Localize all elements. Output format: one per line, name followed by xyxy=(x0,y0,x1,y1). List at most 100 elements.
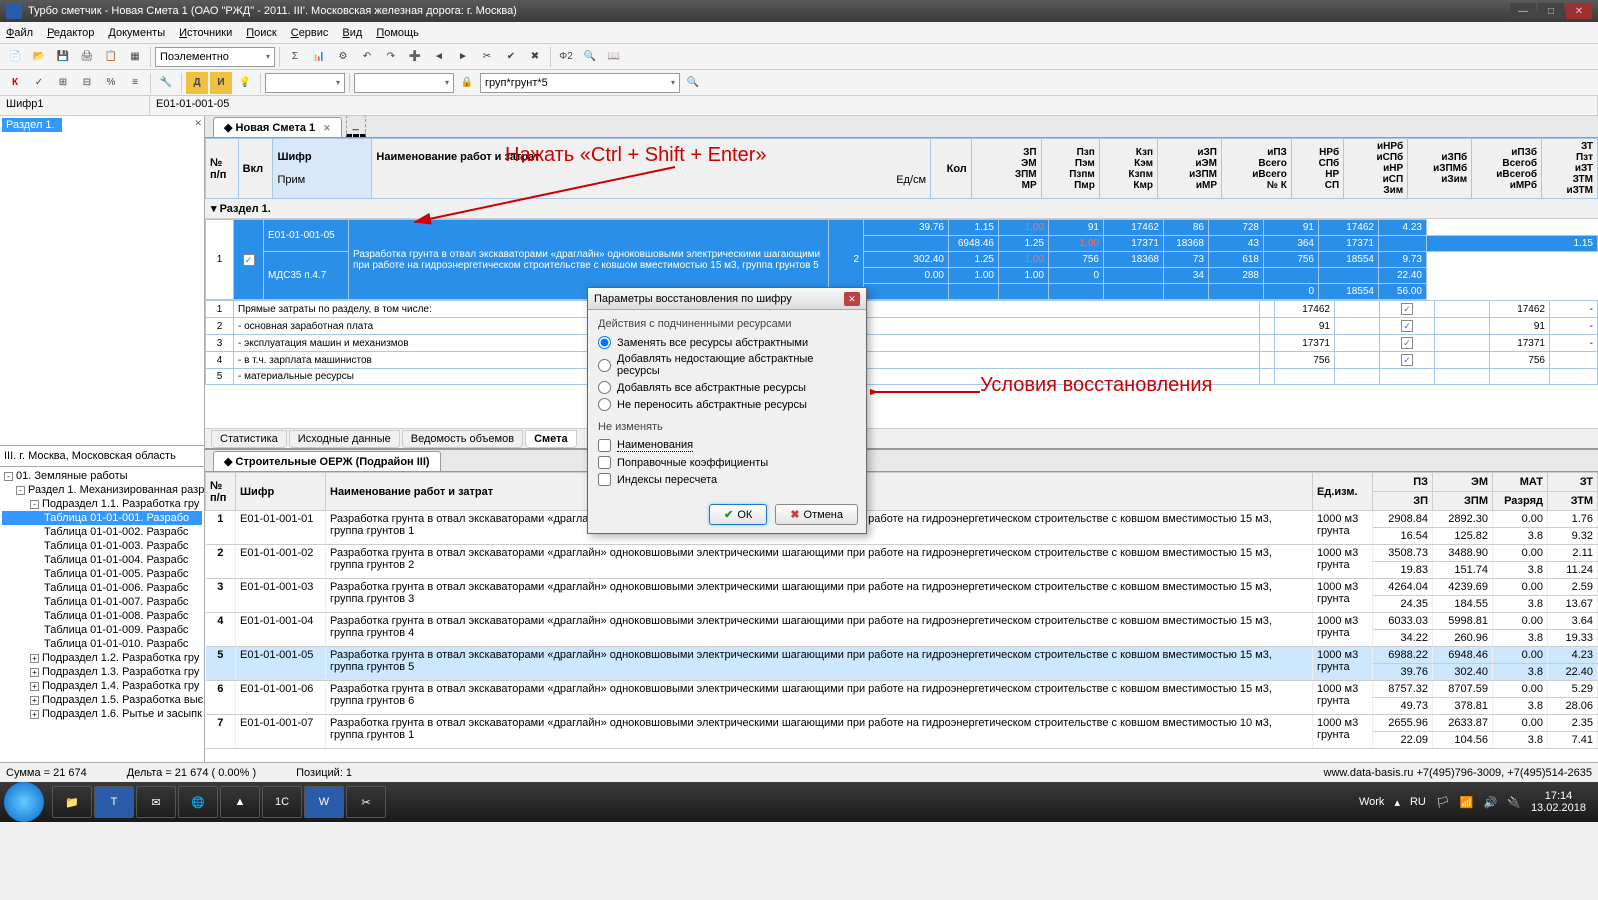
mark-icon[interactable]: ✔ xyxy=(500,46,522,68)
taskbar-word-icon[interactable]: W xyxy=(304,786,344,818)
find-icon[interactable]: 🔍 xyxy=(682,72,704,94)
section-row[interactable]: ▾ Раздел 1. xyxy=(205,199,1598,219)
list-icon[interactable]: ▦ xyxy=(124,46,146,68)
left-icon[interactable]: ◄ xyxy=(428,46,450,68)
cell-name[interactable]: Шифр1 xyxy=(0,96,150,115)
copy-icon[interactable]: 📋 xyxy=(100,46,122,68)
chart-icon[interactable]: 📊 xyxy=(308,46,330,68)
cell-value[interactable]: E01-01-001-05 xyxy=(150,96,1598,115)
phi-icon[interactable]: Φ2 xyxy=(555,46,577,68)
lock-icon[interactable]: 🔒 xyxy=(456,72,478,94)
tree-item[interactable]: Таблица 01-01-008. Разрабс xyxy=(2,609,202,623)
open-icon[interactable]: 📂 xyxy=(28,46,50,68)
taskbar-mail-icon[interactable]: ✉ xyxy=(136,786,176,818)
minimize-button[interactable]: — xyxy=(1510,3,1536,19)
bottab-1[interactable]: Исходные данные xyxy=(289,430,400,448)
tree-item[interactable]: Таблица 01-01-004. Разрабс xyxy=(2,553,202,567)
menu-Вид[interactable]: Вид xyxy=(342,27,362,39)
close-button[interactable]: ✕ xyxy=(1566,3,1592,19)
tray-volume-icon[interactable]: 🔊 xyxy=(1484,796,1498,809)
tree-item[interactable]: Таблица 01-01-002. Разрабс xyxy=(2,525,202,539)
res2-icon[interactable]: ⊟ xyxy=(76,72,98,94)
tree-item[interactable]: Таблица 01-01-009. Разрабс xyxy=(2,623,202,637)
radio-opt-0[interactable]: Заменять все ресурсы абстрактными xyxy=(598,334,856,351)
tray-clock[interactable]: 17:14 13.02.2018 xyxy=(1531,790,1586,814)
add-icon[interactable]: ➕ xyxy=(404,46,426,68)
source-tree[interactable]: -01. Земляные работы-Раздел 1. Механизир… xyxy=(0,467,204,762)
source-grid[interactable]: № п/пШифрНаименование работ и затратЕд.и… xyxy=(205,472,1598,762)
taskbar-explorer-icon[interactable]: 📁 xyxy=(52,786,92,818)
d-icon[interactable]: Д xyxy=(186,72,208,94)
tree-item[interactable]: Таблица 01-01-005. Разрабс xyxy=(2,567,202,581)
sigma-icon[interactable]: Σ xyxy=(284,46,306,68)
tree-item[interactable]: -Подраздел 1.1. Разработка гру xyxy=(2,497,202,511)
tool-icon[interactable]: ⚙ xyxy=(332,46,354,68)
taskbar-snip-icon[interactable]: ✂ xyxy=(346,786,386,818)
tree-item[interactable]: Таблица 01-01-007. Разрабс xyxy=(2,595,202,609)
check-opt-1[interactable]: Поправочные коэффициенты xyxy=(598,454,856,471)
bottab-3[interactable]: Смета xyxy=(525,430,577,448)
radio-opt-2[interactable]: Добавлять все абстрактные ресурсы xyxy=(598,379,856,396)
undo-icon[interactable]: ↶ xyxy=(356,46,378,68)
delete-icon[interactable]: ✖ xyxy=(524,46,546,68)
i-icon[interactable]: И xyxy=(210,72,232,94)
search-icon[interactable]: 🔍 xyxy=(579,46,601,68)
maximize-button[interactable]: □ xyxy=(1538,3,1564,19)
cancel-button[interactable]: ✖Отмена xyxy=(775,504,858,525)
menu-Источники[interactable]: Источники xyxy=(179,27,232,39)
menu-Помощь[interactable]: Помощь xyxy=(376,27,419,39)
tray-network-icon[interactable]: 📶 xyxy=(1460,796,1474,809)
bottab-0[interactable]: Статистика xyxy=(211,430,287,448)
pane-close-icon[interactable]: ✕ xyxy=(194,118,202,129)
mode-combo[interactable]: Поэлементно xyxy=(155,47,275,67)
k-icon[interactable]: К xyxy=(4,72,26,94)
check-opt-0[interactable]: Наименования xyxy=(598,437,856,454)
radio-opt-3[interactable]: Не переносить абстрактные ресурсы xyxy=(598,396,856,413)
menu-Документы[interactable]: Документы xyxy=(108,27,165,39)
estimate-grid[interactable]: Нажать «Ctrl + Shift + Enter» № п/п Вкл … xyxy=(205,138,1598,428)
tree-item[interactable]: +Подраздел 1.3. Разработка гру xyxy=(2,665,202,679)
wrench-icon[interactable]: 🔧 xyxy=(155,72,177,94)
tray-flag-icon[interactable]: 🏳 xyxy=(1436,796,1450,809)
calc-icon[interactable]: ≡ xyxy=(124,72,146,94)
tree-item[interactable]: +Подраздел 1.2. Разработка гру xyxy=(2,651,202,665)
print-icon[interactable]: 🖨 xyxy=(76,46,98,68)
empty-combo[interactable] xyxy=(354,73,454,93)
tray-lang[interactable]: RU xyxy=(1410,796,1426,808)
res-icon[interactable]: ⊞ xyxy=(52,72,74,94)
taskbar-chrome-icon[interactable]: 🌐 xyxy=(178,786,218,818)
book-icon[interactable]: 📖 xyxy=(603,46,625,68)
tab-smeta[interactable]: ◆ Новая Смета 1✕ xyxy=(213,117,342,137)
dialog-close-icon[interactable]: ✕ xyxy=(844,292,860,306)
tab-add[interactable]: _ xyxy=(346,116,366,137)
lamp-icon[interactable]: 💡 xyxy=(234,72,256,94)
tree-item[interactable]: Таблица 01-01-010. Разрабс xyxy=(2,637,202,651)
dialog-titlebar[interactable]: Параметры восстановления по шифру ✕ xyxy=(588,288,866,310)
redo-icon[interactable]: ↷ xyxy=(380,46,402,68)
taskbar-player-icon[interactable]: ▲ xyxy=(220,786,260,818)
taskbar-1c-icon[interactable]: 1C xyxy=(262,786,302,818)
menu-Сервис[interactable]: Сервис xyxy=(291,27,329,39)
tree-item[interactable]: +Подраздел 1.6. Рытье и засыпк xyxy=(2,707,202,721)
section-badge[interactable]: Раздел 1. xyxy=(2,118,62,132)
tab-close-icon[interactable]: ✕ xyxy=(323,123,331,133)
tree-item[interactable]: +Подраздел 1.4. Разработка гру xyxy=(2,679,202,693)
tray-chevron-icon[interactable]: ▴ xyxy=(1394,796,1400,809)
menu-Редактор[interactable]: Редактор xyxy=(47,27,94,39)
save-icon[interactable]: 💾 xyxy=(52,46,74,68)
ok-button[interactable]: ✔ОК xyxy=(709,504,767,525)
menu-Поиск[interactable]: Поиск xyxy=(246,27,276,39)
tree-item[interactable]: -Раздел 1. Механизированная разр xyxy=(2,483,202,497)
tab-source[interactable]: ◆ Строительные ОЕРЖ (Подрайон III) xyxy=(213,451,441,471)
tree-item[interactable]: Таблица 01-01-006. Разрабс xyxy=(2,581,202,595)
new-icon[interactable]: 📄 xyxy=(4,46,26,68)
menu-Файл[interactable]: Файл xyxy=(6,27,33,39)
right-icon[interactable]: ► xyxy=(452,46,474,68)
filter-combo[interactable]: груп*грунт*5 xyxy=(480,73,680,93)
percent-icon[interactable]: % xyxy=(100,72,122,94)
cut-icon[interactable]: ✂ xyxy=(476,46,498,68)
taskbar-app-icon[interactable]: T xyxy=(94,786,134,818)
tree-item[interactable]: Таблица 01-01-001. Разрабо xyxy=(2,511,202,525)
tree-item[interactable]: +Подраздел 1.5. Разработка выє xyxy=(2,693,202,707)
num-combo[interactable] xyxy=(265,73,345,93)
